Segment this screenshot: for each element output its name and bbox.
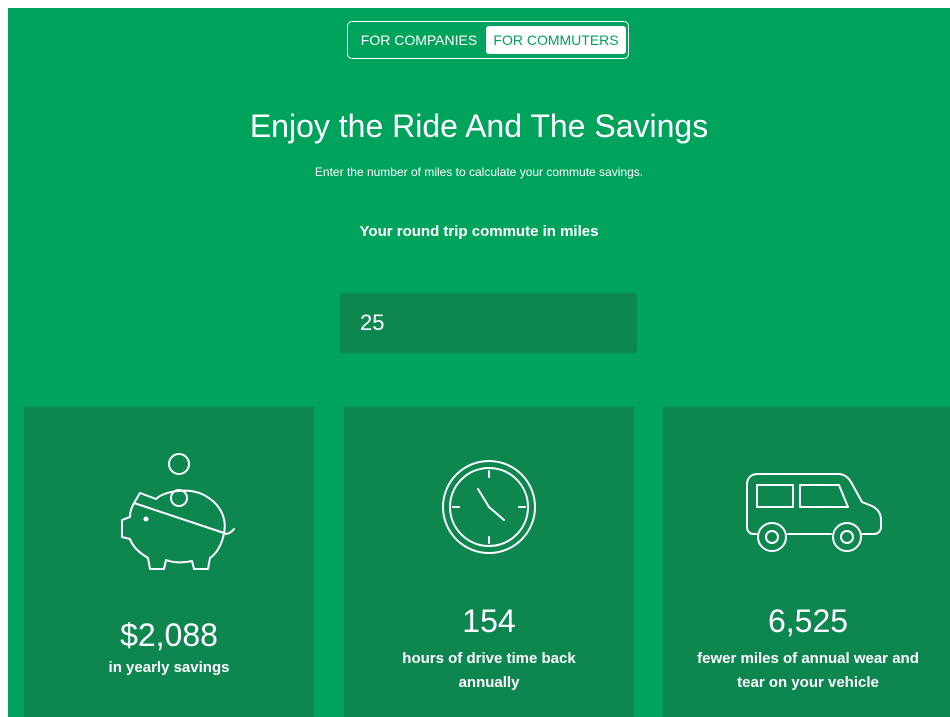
commute-miles-input[interactable] bbox=[340, 293, 637, 353]
piggy-bank-icon bbox=[121, 453, 235, 570]
for-commuters-tab[interactable]: FOR COMMUTERS bbox=[486, 26, 626, 54]
yearly-savings-value: $2,088 bbox=[120, 617, 218, 653]
drive-time-card: 154 hours of drive time back annually bbox=[344, 407, 634, 717]
clock-icon bbox=[442, 460, 536, 554]
drive-time-description: hours of drive time back annually bbox=[402, 650, 576, 691]
savings-calculator-section: FOR COMPANIES FOR COMMUTERS Enjoy the Ri… bbox=[8, 8, 950, 717]
page-title: Enjoy the Ride And The Savings bbox=[249, 108, 709, 144]
commute-miles-label: Your round trip commute in miles bbox=[359, 223, 599, 240]
vehicle-wear-value: 6,525 bbox=[767, 603, 849, 639]
van-icon bbox=[746, 473, 882, 552]
page-subtitle: Enter the number of miles to calculate y… bbox=[314, 165, 644, 179]
audience-toggle: FOR COMPANIES FOR COMMUTERS bbox=[347, 21, 629, 59]
yearly-savings-description: in yearly savings bbox=[108, 659, 230, 676]
vehicle-wear-card: 6,525 fewer miles of annual wear and tea… bbox=[663, 407, 950, 717]
for-companies-tab[interactable]: FOR COMPANIES bbox=[354, 26, 484, 54]
vehicle-wear-description: fewer miles of annual wear and tear on y… bbox=[697, 650, 919, 691]
drive-time-value: 154 bbox=[462, 603, 516, 639]
yearly-savings-card: $2,088 in yearly savings bbox=[24, 407, 314, 717]
